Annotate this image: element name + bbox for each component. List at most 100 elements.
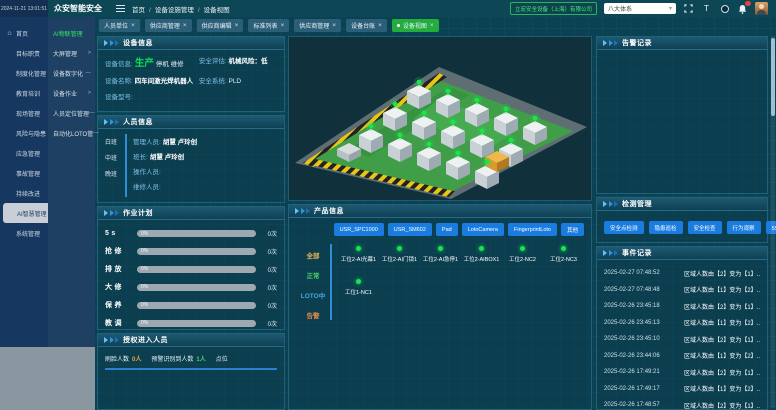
device-label: 工位2-AI光幕1 [341, 255, 376, 263]
panel-chevrons-icon [104, 337, 119, 343]
tab[interactable]: 设备台账 × [346, 19, 387, 32]
panel-chevrons-icon [104, 40, 119, 46]
product-type-button[interactable]: USR_SPC1000 [334, 223, 384, 236]
shift-tab[interactable]: 白班 [105, 137, 125, 146]
close-icon[interactable]: × [280, 22, 284, 29]
device-item[interactable]: 工位2-AI急停1 [420, 246, 461, 263]
avatar[interactable] [755, 2, 768, 15]
progress-percent: 0% [141, 248, 148, 254]
sidebar-item[interactable]: AI智慧管理 [3, 203, 48, 223]
submenu-item-label: 自动化LOTO管 [53, 129, 93, 138]
sidebar-item[interactable]: 现场管理 [0, 103, 48, 123]
breadcrumb-section[interactable]: 设备设施管理 [155, 4, 204, 14]
submenu-expand-icon: > [88, 90, 91, 96]
device-info-panel: 设备信息 设备信息:生产停机 维修 安全评估: 机械风险：低 设备名称: 四车间… [97, 36, 285, 112]
status-dot-icon [356, 279, 361, 284]
tab[interactable]: 设备视图 × [392, 19, 439, 32]
event-text: 区域人数由【2】变为【1】.. [684, 302, 760, 311]
tab[interactable]: 供应商编辑 × [197, 19, 244, 32]
status-filter[interactable]: LOTO中 [301, 290, 325, 300]
tab[interactable]: 供应商管理 × [294, 19, 341, 32]
sidebar-item[interactable]: 风险与隐患 [0, 123, 48, 143]
panel-chevrons-icon [603, 201, 618, 207]
status-filter[interactable]: 正常 [307, 270, 320, 280]
event-time: 2025-02-27 07:48:52 [604, 270, 660, 276]
personnel-info-panel: 人员信息 白班中班晚班 管理人员:胡慧 卢玲创 班长:胡慧 卢玲创 [97, 115, 285, 203]
device-item[interactable]: 工位2-AI门锁1 [379, 246, 420, 263]
font-size-icon[interactable]: T [701, 3, 712, 14]
submenu-item[interactable]: AI物联管理 [48, 23, 95, 43]
submenu-item[interactable]: 设备作业 > [48, 83, 95, 103]
inspection-button[interactable]: 安全点检测 [604, 221, 644, 234]
tab-label: 供应商管理 [299, 21, 329, 30]
sidebar-item[interactable]: 事故管理 [0, 163, 48, 183]
close-icon[interactable]: × [430, 22, 434, 29]
sidebar-item[interactable]: ⌂ 首页 [0, 23, 48, 43]
tab[interactable]: 供应商管理 × [145, 19, 192, 32]
event-time: 2025-02-27 07:48:48 [604, 287, 660, 293]
inspection-button[interactable]: 隐患巡检 [649, 221, 683, 234]
plan-type-label: 5s [105, 230, 132, 237]
device-item[interactable]: 工位2-NC3 [543, 246, 584, 263]
device-item[interactable]: 工位2-AI光幕1 [338, 246, 379, 263]
sidebar-item[interactable]: 目标职责 [0, 43, 48, 63]
sidebar-collapse-icon[interactable] [116, 5, 125, 12]
device-item[interactable]: 工位2-AIBOX1 [461, 246, 502, 263]
secondary-sidebar: AI物联管理 大屏管理 > 设备数字化 — 设备作业 > 人员定位管理 — [48, 17, 95, 347]
submenu-item[interactable]: 设备数字化 — [48, 63, 95, 83]
product-type-button[interactable]: Pad [436, 223, 458, 236]
breadcrumb: 首页 设备设施管理 设备视图 [132, 4, 230, 14]
close-icon[interactable]: × [332, 22, 336, 29]
breadcrumb-home[interactable]: 首页 [132, 4, 155, 14]
work-plan-row: 保养 0% 0次 [105, 300, 277, 310]
sidebar-item-label: 应急管理 [16, 149, 40, 158]
device-item[interactable]: 工位2-NC2 [502, 246, 543, 263]
inspection-button[interactable]: 安全检查 [688, 221, 722, 234]
device-label: 工位2-AI门锁1 [382, 255, 417, 263]
tab[interactable]: 标准列表 × [248, 19, 289, 32]
sidebar-item[interactable]: 制度化管理 [0, 63, 48, 83]
close-icon[interactable]: × [235, 22, 239, 29]
sidebar-item[interactable]: 系统管理 [0, 223, 48, 243]
fullscreen-icon[interactable] [683, 3, 694, 14]
product-type-button[interactable]: USR_SM602 [388, 223, 432, 236]
work-plan-row: 5s 0% 0次 [105, 229, 277, 238]
system-select[interactable]: 八大体系 ▾ [604, 3, 676, 14]
product-type-button[interactable]: LotoCamera [462, 223, 504, 236]
submenu-item[interactable]: 自动化LOTO管 — [48, 123, 95, 143]
theme-icon[interactable] [719, 3, 730, 14]
alarm-records-empty [597, 50, 767, 193]
sidebar-item[interactable]: 教育培训 [0, 83, 48, 103]
tab-label: 供应商管理 [150, 21, 180, 30]
sidebar-item[interactable]: 应急管理 [0, 143, 48, 163]
close-icon[interactable]: × [131, 22, 135, 29]
inspection-button[interactable]: 行为观察 [727, 221, 761, 234]
device-model-field: 设备型号: [105, 91, 195, 101]
work-plan-row: 抢修 0% 0次 [105, 246, 277, 256]
authorized-entry-panel: 授权进入人员 刷脸人数0人 预警识别到人数1人 点位 [97, 333, 285, 410]
product-type-button[interactable]: FingerprintLoto [508, 223, 557, 236]
plan-type-label: 大修 [105, 282, 132, 292]
status-filter[interactable]: 全部 [307, 250, 320, 260]
close-icon[interactable]: × [378, 22, 382, 29]
event-row: 2025-02-26 17:49:21 区域人数由【2】变为【1】.. [604, 364, 760, 381]
device-label: 工位1-NC1 [345, 288, 372, 296]
submenu-item[interactable]: 大屏管理 > [48, 43, 95, 63]
device-label: 工位2-NC2 [509, 255, 536, 263]
device-item[interactable]: 工位1-NC1 [338, 279, 379, 296]
status-filter[interactable]: 告警 [307, 310, 320, 320]
sidebar-item-label: 教育培训 [16, 89, 40, 98]
sidebar-item[interactable]: 持续改进 [0, 183, 48, 203]
scrollbar-thumb[interactable] [771, 38, 775, 116]
notification-bell-icon[interactable] [737, 3, 748, 14]
submenu-item[interactable]: 人员定位管理 — [48, 103, 95, 123]
page-scrollbar[interactable] [771, 36, 775, 408]
shift-tab[interactable]: 晚班 [105, 169, 125, 178]
tab[interactable]: 人员单位 × [99, 19, 140, 32]
sidebar-item-label: 首页 [16, 29, 28, 38]
shift-tab[interactable]: 中班 [105, 153, 125, 162]
factory-3d-view[interactable] [288, 36, 592, 201]
status-dot-icon [438, 246, 443, 251]
close-icon[interactable]: × [183, 22, 187, 29]
product-type-button[interactable]: 其他 [561, 223, 584, 236]
